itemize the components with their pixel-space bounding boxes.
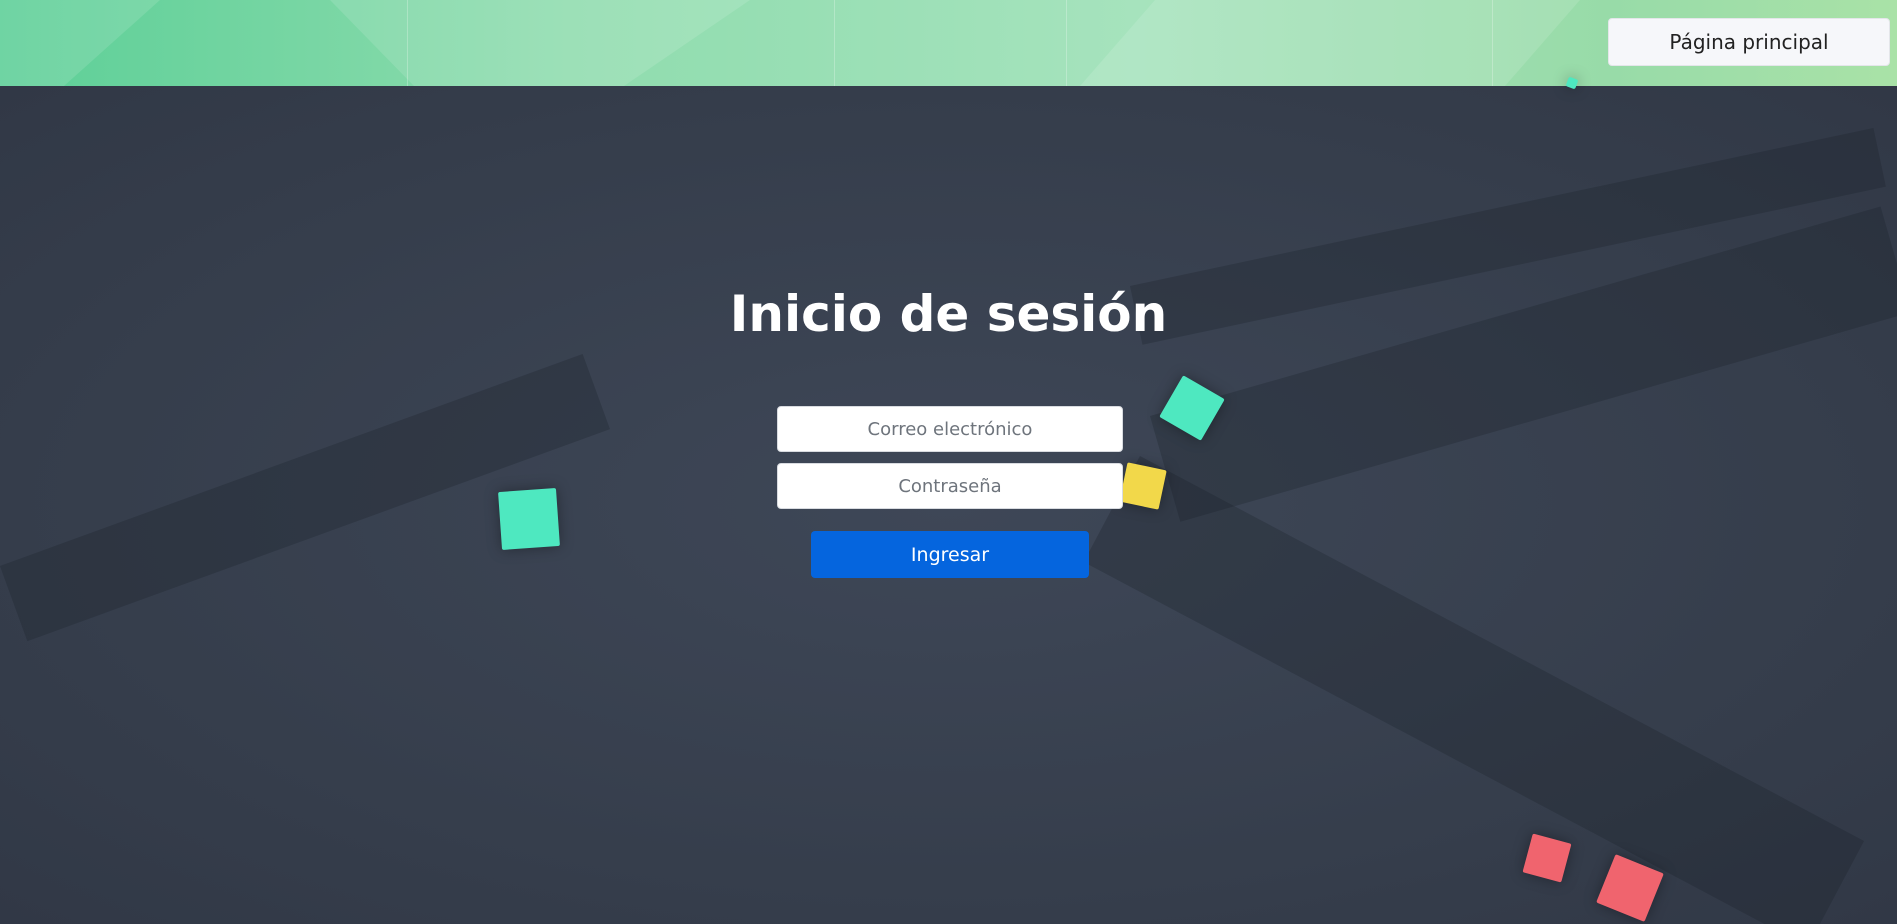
header-facet: [1080, 0, 1580, 86]
header-facet: [0, 0, 160, 86]
home-page-button[interactable]: Página principal: [1608, 18, 1890, 66]
shadow-beam: [1083, 456, 1865, 924]
password-field[interactable]: [777, 463, 1123, 509]
decorative-square: [498, 488, 560, 550]
header-banner: Página principal: [0, 0, 1897, 86]
login-submit-button[interactable]: Ingresar: [811, 531, 1089, 578]
email-field[interactable]: [777, 406, 1123, 452]
header-line: [407, 0, 408, 86]
header-line: [1492, 0, 1493, 86]
login-page: Página principal Inicio de sesión Ingres…: [0, 0, 1897, 924]
decorative-square: [1119, 462, 1167, 510]
header-facet: [330, 0, 750, 86]
header-line: [1066, 0, 1067, 86]
header-line: [834, 0, 835, 86]
login-title: Inicio de sesión: [729, 285, 1168, 343]
